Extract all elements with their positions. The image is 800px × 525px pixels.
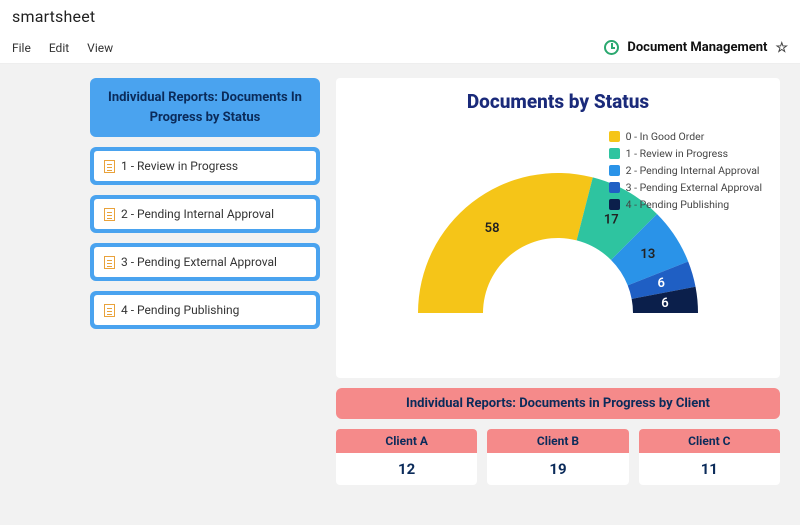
menu-edit[interactable]: Edit — [49, 41, 69, 55]
sidebar: Individual Reports: Documents In Progres… — [90, 78, 320, 485]
sidebar-item-3[interactable]: 3 - Pending External Approval — [90, 243, 320, 281]
client-name: Client C — [639, 429, 780, 453]
brand-logo: smartsheet — [12, 7, 95, 26]
document-icon — [104, 208, 115, 221]
document-icon — [104, 304, 115, 317]
chart-legend: 0 - In Good Order 1 - Review in Progress… — [609, 130, 762, 215]
sidebar-item-4[interactable]: 4 - Pending Publishing — [90, 291, 320, 329]
legend-label: 0 - In Good Order — [626, 130, 705, 143]
client-value: 12 — [336, 453, 477, 485]
svg-text:13: 13 — [640, 247, 655, 262]
sidebar-item-label: 2 - Pending Internal Approval — [121, 207, 274, 221]
client-col-a[interactable]: Client A 12 — [336, 429, 477, 485]
legend-swatch — [609, 131, 620, 142]
menu-file[interactable]: File — [12, 41, 31, 55]
client-value: 11 — [639, 453, 780, 485]
legend-label: 2 - Pending Internal Approval — [626, 164, 760, 177]
chart-title: Documents by Status — [350, 90, 766, 113]
svg-text:6: 6 — [661, 296, 668, 311]
client-name: Client B — [487, 429, 628, 453]
clock-icon — [604, 40, 619, 55]
sidebar-item-label: 3 - Pending External Approval — [121, 255, 277, 269]
content: Individual Reports: Documents In Progres… — [0, 64, 800, 495]
legend-swatch — [609, 182, 620, 193]
legend-label: 4 - Pending Publishing — [626, 198, 730, 211]
sidebar-item-label: 4 - Pending Publishing — [121, 303, 239, 317]
legend-row: 4 - Pending Publishing — [609, 198, 762, 211]
document-icon — [104, 256, 115, 269]
sidebar-item-1[interactable]: 1 - Review in Progress — [90, 147, 320, 185]
page-title-area: Document Management ☆ — [604, 40, 788, 56]
topbar: smartsheet — [0, 0, 800, 32]
legend-swatch — [609, 199, 620, 210]
legend-row: 0 - In Good Order — [609, 130, 762, 143]
svg-text:6: 6 — [658, 276, 665, 291]
clients-row: Client A 12 Client B 19 Client C 11 — [336, 429, 780, 485]
chart-card: Documents by Status 0 - In Good Order 1 … — [336, 78, 780, 378]
legend-row: 2 - Pending Internal Approval — [609, 164, 762, 177]
client-col-c[interactable]: Client C 11 — [639, 429, 780, 485]
menu-view[interactable]: View — [87, 41, 113, 55]
sidebar-item-2[interactable]: 2 - Pending Internal Approval — [90, 195, 320, 233]
legend-row: 1 - Review in Progress — [609, 147, 762, 160]
legend-swatch — [609, 165, 620, 176]
client-value: 19 — [487, 453, 628, 485]
client-name: Client A — [336, 429, 477, 453]
main: Documents by Status 0 - In Good Order 1 … — [336, 78, 780, 485]
star-icon[interactable]: ☆ — [775, 40, 788, 56]
svg-text:58: 58 — [485, 221, 500, 236]
page-title: Document Management — [627, 40, 767, 55]
legend-swatch — [609, 148, 620, 159]
legend-row: 3 - Pending External Approval — [609, 181, 762, 194]
sidebar-item-label: 1 - Review in Progress — [121, 159, 238, 173]
menubar: File Edit View Document Management ☆ — [0, 32, 800, 64]
client-col-b[interactable]: Client B 19 — [487, 429, 628, 485]
clients-header: Individual Reports: Documents in Progres… — [336, 388, 780, 419]
legend-label: 3 - Pending External Approval — [626, 181, 762, 194]
legend-label: 1 - Review in Progress — [626, 147, 728, 160]
document-icon — [104, 160, 115, 173]
sidebar-header: Individual Reports: Documents In Progres… — [90, 78, 320, 137]
